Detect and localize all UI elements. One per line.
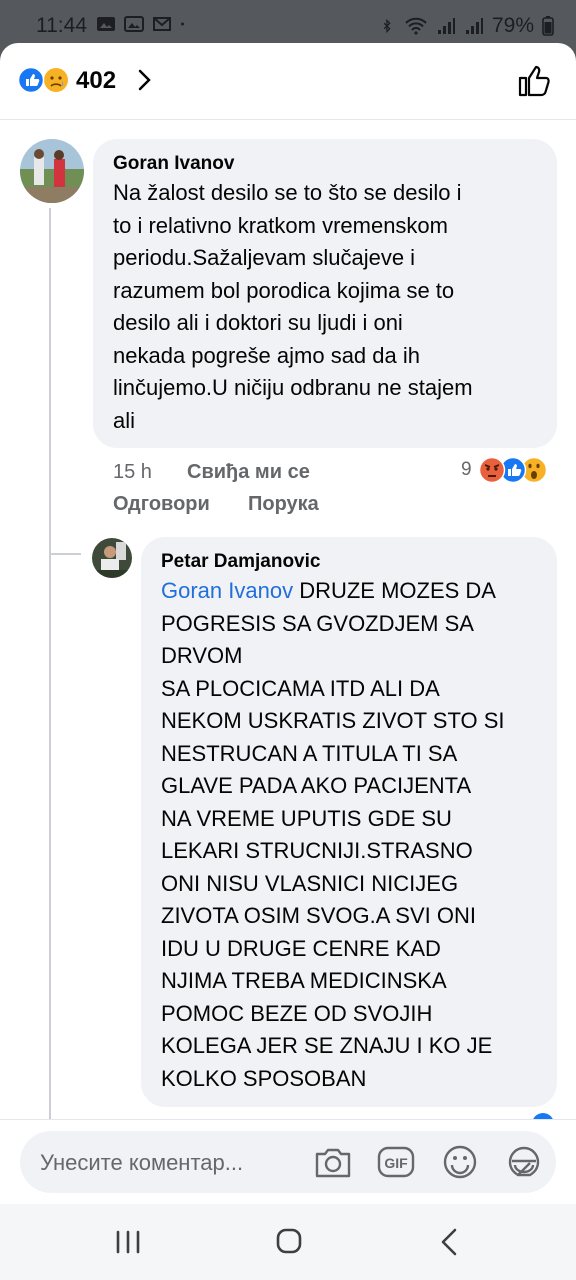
comment-reaction-summary[interactable]: 9 — [461, 456, 548, 484]
like-reaction-icon — [18, 67, 45, 93]
avatar-photo — [92, 538, 132, 578]
battery-percent: 79% — [491, 14, 534, 37]
wifi-icon — [405, 17, 427, 35]
reply-button[interactable]: Одговори — [113, 493, 210, 516]
gallery-icon — [97, 17, 115, 31]
comment-text-rest: POGRESIS SA GVOZDJEM SA DRVOM SA PLOCICA… — [161, 610, 505, 1091]
comment-reaction-count: 9 — [461, 459, 472, 480]
comment-text: Goran Ivanov DRUZE MOZES DA POGRESIS SA … — [161, 575, 551, 1095]
bluetooth-icon — [383, 18, 391, 34]
recents-icon[interactable] — [108, 1226, 148, 1258]
status-system-icons: 79% — [382, 14, 554, 38]
thumbs-up-outline-icon[interactable] — [516, 63, 552, 99]
comments-sheet: 402 Goran Ivanov Na žalost desilo se to … — [0, 43, 576, 1123]
svg-text:GIF: GIF — [384, 1155, 408, 1171]
system-nav-bar — [0, 1204, 576, 1280]
comment-composer: Унесите коментар... GIF — [0, 1119, 576, 1204]
message-button[interactable]: Порука — [248, 493, 319, 516]
home-icon[interactable] — [269, 1226, 309, 1258]
camera-icon[interactable] — [313, 1144, 353, 1180]
mention-link[interactable]: Goran Ivanov — [161, 578, 293, 603]
reply-connector — [51, 553, 81, 555]
reaction-count[interactable]: 402 — [76, 67, 116, 95]
avatar[interactable] — [20, 139, 84, 203]
sad-reaction-icon — [44, 68, 68, 92]
avatar[interactable] — [92, 538, 132, 578]
chevron-right-icon[interactable] — [134, 67, 154, 93]
status-time: 11:44 — [36, 14, 87, 37]
signal-icon — [437, 18, 455, 34]
comment-bubble[interactable]: Petar Damjanovic Goran Ivanov DRUZE MOZE… — [141, 537, 557, 1107]
gif-icon[interactable]: GIF — [376, 1144, 416, 1180]
dot-icon — [181, 22, 184, 26]
gmail-icon — [153, 17, 171, 31]
back-icon[interactable] — [430, 1226, 470, 1258]
reactions-header[interactable]: 402 — [0, 43, 576, 121]
comment-input-placeholder: Унесите коментар... — [40, 1150, 244, 1175]
sticker-icon[interactable] — [504, 1144, 544, 1180]
comment-input[interactable]: Унесите коментар... GIF — [20, 1131, 556, 1193]
battery-icon — [542, 16, 554, 36]
comment-text-first-line: DRUZE MOZES DA — [293, 578, 496, 603]
comment-bubble[interactable]: Goran Ivanov Na žalost desilo se to što … — [93, 139, 557, 448]
comment-text: Na žalost desilo se to što se desilo i t… — [113, 180, 473, 433]
signal-icon — [465, 18, 483, 34]
reaction-icons — [18, 67, 68, 93]
image-icon — [124, 16, 144, 32]
avatar-photo — [20, 139, 84, 203]
status-notification-icons — [96, 15, 190, 33]
comment-timestamp: 15 h — [113, 461, 152, 483]
like-button[interactable]: Свиђа ми се — [187, 461, 310, 484]
comment-author[interactable]: Goran Ivanov — [113, 153, 234, 175]
comment-author[interactable]: Petar Damjanovic — [161, 551, 320, 573]
emoji-icon[interactable] — [440, 1144, 480, 1180]
thread-line — [49, 208, 51, 1123]
comment-reaction-icons — [478, 456, 547, 484]
header-divider — [0, 119, 576, 120]
angry-reaction-icon — [478, 456, 505, 484]
